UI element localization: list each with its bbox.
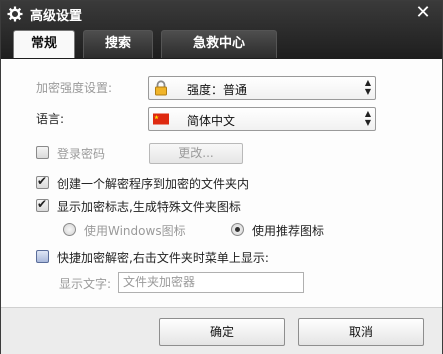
language-label: 语言: <box>36 112 65 126</box>
quick-encrypt-checkbox[interactable] <box>36 250 49 263</box>
display-text-label: 显示文字: <box>59 277 112 291</box>
recommended-icon-radio[interactable] <box>231 223 244 236</box>
china-flag-icon <box>153 113 169 125</box>
general-tab-panel: 加密强度设置: 强度：普通 ▲ ▼ 语言: 简体中文 ▲ ▼ 登录密码 更改... … <box>1 59 442 307</box>
windows-icon-radio[interactable] <box>63 223 76 236</box>
create-decryptor-checkbox[interactable] <box>36 174 49 189</box>
windows-icon-label: 使用Windows图标 <box>84 224 186 238</box>
encryption-strength-label: 加密强度设置: <box>36 81 113 95</box>
updown-arrows-icon: ▲ ▼ <box>364 109 371 127</box>
title-bar: 高级设置 ✕ 常规 搜索 急救中心 <box>1 1 442 59</box>
tab-search[interactable]: 搜索 <box>83 30 153 58</box>
create-decryptor-label: 创建一个解密程序到加密的文件夹内 <box>57 177 250 191</box>
dialog-footer: 确定 取消 <box>1 307 442 354</box>
ok-button[interactable]: 确定 <box>159 318 285 346</box>
updown-arrows-icon: ▲ ▼ <box>364 78 371 96</box>
tab-rescue-center[interactable]: 急救中心 <box>161 30 277 58</box>
advanced-settings-dialog: 高级设置 ✕ 常规 搜索 急救中心 加密强度设置: 强度：普通 ▲ ▼ 语言: 简… <box>0 0 443 354</box>
tab-general[interactable]: 常规 <box>13 30 75 58</box>
language-select[interactable]: 简体中文 ▲ ▼ <box>148 107 376 131</box>
login-password-label: 登录密码 <box>57 147 106 161</box>
gear-icon <box>7 6 23 22</box>
lock-icon <box>155 80 167 96</box>
close-icon[interactable]: ✕ <box>412 3 434 23</box>
login-password-checkbox[interactable] <box>36 146 49 159</box>
language-value: 简体中文 <box>187 114 236 128</box>
window-title: 高级设置 <box>30 9 83 24</box>
quick-encrypt-label: 快捷加密解密,右击文件夹时菜单上显示: <box>57 251 269 265</box>
encryption-strength-value: 强度：普通 <box>187 83 248 97</box>
cancel-button[interactable]: 取消 <box>298 318 424 346</box>
encryption-strength-select[interactable]: 强度：普通 ▲ ▼ <box>148 76 376 100</box>
show-encryption-mark-label: 显示加密标志,生成特殊文件夹图标 <box>57 200 241 214</box>
recommended-icon-label: 使用推荐图标 <box>252 224 325 238</box>
change-password-button[interactable]: 更改... <box>149 143 243 164</box>
display-text-input[interactable]: 文件夹加密器 <box>118 272 304 293</box>
show-encryption-mark-checkbox[interactable] <box>36 197 49 212</box>
